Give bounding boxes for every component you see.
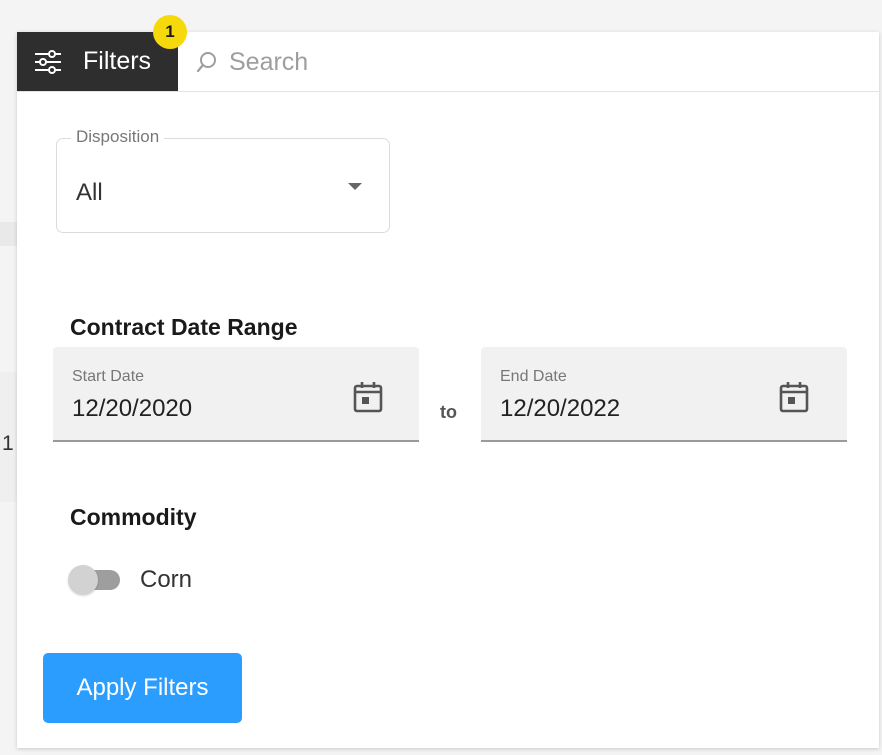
disposition-label: Disposition xyxy=(71,127,165,147)
contract-date-range-title: Contract Date Range xyxy=(70,314,298,340)
caret-down-icon xyxy=(348,183,362,190)
disposition-select[interactable]: Disposition All xyxy=(56,127,390,233)
filters-panel: Filters 1 Disposition All Contract Date … xyxy=(17,15,879,748)
filter-toolbar: Filters 1 xyxy=(17,15,879,92)
search-icon xyxy=(196,52,216,73)
start-date-value: 12/20/2020 xyxy=(72,395,193,422)
commodity-title: Commodity xyxy=(70,504,197,530)
background-partial-text: 1 xyxy=(2,432,14,455)
disposition-value: All xyxy=(76,179,103,206)
corn-toggle[interactable] xyxy=(68,565,120,595)
calendar-icon[interactable] xyxy=(779,381,809,413)
calendar-icon[interactable] xyxy=(353,381,383,413)
sliders-icon xyxy=(35,50,61,74)
apply-filters-button[interactable]: Apply Filters xyxy=(43,653,242,723)
start-date-field[interactable]: Start Date 12/20/2020 xyxy=(53,347,419,442)
filters-toggle-button[interactable]: Filters xyxy=(17,32,178,91)
end-date-value: 12/20/2022 xyxy=(500,395,621,422)
corn-toggle-label: Corn xyxy=(140,566,193,593)
active-filter-count-badge: 1 xyxy=(153,15,187,49)
date-range-separator: to xyxy=(440,402,457,422)
end-date-label: End Date xyxy=(500,368,567,385)
end-date-field[interactable]: End Date 12/20/2022 xyxy=(481,347,847,442)
filters-label: Filters xyxy=(83,47,152,75)
search-input[interactable] xyxy=(227,42,831,82)
toggle-thumb xyxy=(68,565,98,595)
start-date-label: Start Date xyxy=(72,368,145,385)
